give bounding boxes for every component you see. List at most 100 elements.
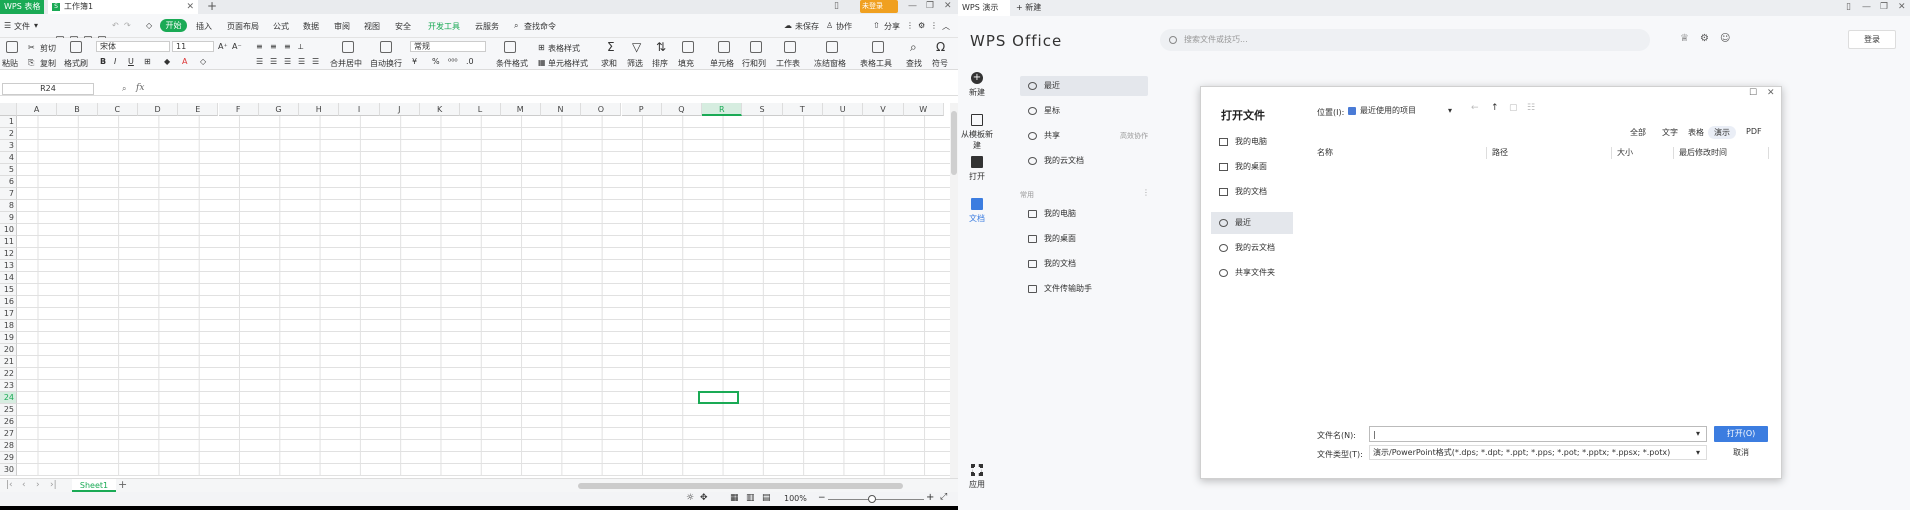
row-header[interactable]: 12	[0, 248, 17, 260]
align-center-icon[interactable]: ☰	[270, 57, 277, 66]
symbol-button[interactable]: 符号	[932, 58, 948, 69]
row-header[interactable]: 8	[0, 200, 17, 212]
row-header[interactable]: 26	[0, 416, 17, 428]
wpp-app-tab[interactable]: WPS 演示	[958, 0, 1010, 16]
copy-button[interactable]: 复制	[40, 58, 56, 69]
fx-icon[interactable]: fx	[136, 83, 144, 93]
chevron-down-icon[interactable]: ▾	[1696, 427, 1700, 441]
subnav-shared[interactable]: 共享 高效协作	[1020, 126, 1148, 146]
share-button[interactable]: 分享	[884, 21, 900, 32]
col-name[interactable]: 名称	[1317, 147, 1333, 158]
row-col-button[interactable]: 行和列	[742, 58, 766, 69]
add-sheet-icon[interactable]: +	[118, 478, 127, 491]
row-header[interactable]: 9	[0, 212, 17, 224]
close-icon[interactable]: ✕	[1767, 88, 1775, 98]
underline-icon[interactable]: U	[128, 57, 134, 66]
wrap-icon[interactable]	[380, 41, 392, 53]
col-size[interactable]: 大小	[1617, 147, 1633, 158]
tab-cloud[interactable]: 云服务	[475, 21, 499, 32]
col-divider[interactable]	[1611, 147, 1612, 159]
row-header[interactable]: 7	[0, 188, 17, 200]
feedback-icon[interactable]: ☺	[1720, 33, 1730, 44]
filter-spreadsheet[interactable]: 表格	[1688, 127, 1704, 138]
paste-button[interactable]: 粘贴	[2, 58, 18, 69]
conditional-format-button[interactable]: 条件格式	[496, 58, 528, 69]
row-header[interactable]: 6	[0, 176, 17, 188]
login-button[interactable]: 登录	[1848, 30, 1896, 49]
distribute-icon[interactable]: ☰	[312, 57, 319, 66]
table-tools-button[interactable]: 表格工具	[860, 58, 892, 69]
unsaved-status[interactable]: 未保存	[795, 21, 819, 32]
column-header[interactable]: S	[742, 103, 783, 116]
column-header[interactable]: Q	[661, 103, 703, 116]
fill-icon[interactable]	[682, 41, 694, 53]
subnav-desktop[interactable]: 我的桌面	[1020, 229, 1148, 249]
view-mode-icon[interactable]: ✥	[700, 493, 708, 503]
tab-data[interactable]: 数据	[303, 21, 319, 32]
view-options-icon[interactable]: ☷	[1527, 103, 1535, 113]
dlg-nav-desktop[interactable]: 我的桌面	[1211, 156, 1293, 178]
filename-input[interactable]: | ▾	[1369, 426, 1707, 442]
close-window-icon[interactable]: ✕	[944, 1, 952, 11]
format-painter-button[interactable]: 格式刷	[64, 58, 88, 69]
chevron-down-icon[interactable]: ▾	[34, 21, 38, 30]
row-header[interactable]: 3	[0, 140, 17, 152]
border-icon[interactable]: ⊞	[144, 57, 151, 66]
justify-icon[interactable]: ☰	[298, 57, 305, 66]
row-header[interactable]: 20	[0, 344, 17, 356]
horizontal-scroll-thumb[interactable]	[578, 483, 903, 489]
paste-icon[interactable]	[6, 41, 18, 53]
column-header[interactable]: G	[258, 103, 300, 116]
conditional-format-icon[interactable]	[504, 41, 516, 53]
restore-icon[interactable]: ❐	[1880, 2, 1888, 12]
new-folder-icon[interactable]: ▢	[1509, 103, 1518, 113]
selected-cell[interactable]	[698, 391, 739, 404]
dlg-nav-shared-folder[interactable]: 共享文件夹	[1211, 262, 1293, 284]
fill-button[interactable]: 填充	[678, 58, 694, 69]
nav-open[interactable]: 打开	[958, 156, 996, 182]
row-header[interactable]: 18	[0, 320, 17, 332]
close-window-icon[interactable]: ✕	[1898, 2, 1906, 12]
subnav-transfer[interactable]: 文件传输助手	[1020, 279, 1148, 299]
align-middle-icon[interactable]: ≡	[270, 42, 277, 51]
merge-icon[interactable]	[342, 41, 354, 53]
col-modified[interactable]: 最后修改时间	[1679, 147, 1727, 158]
worksheet-icon[interactable]	[784, 41, 796, 53]
row-header[interactable]: 16	[0, 296, 17, 308]
vertical-scrollbar[interactable]	[950, 103, 958, 478]
find-button[interactable]: 查找	[906, 58, 922, 69]
percent-icon[interactable]: %	[432, 57, 440, 66]
zoom-in-icon[interactable]: +	[926, 492, 934, 503]
filetype-select[interactable]: 演示/PowerPoint格式(*.dps; *.dpt; *.ppt; *.p…	[1369, 445, 1707, 460]
column-header[interactable]: P	[621, 103, 662, 116]
column-header[interactable]: H	[299, 103, 340, 116]
spreadsheet-grid[interactable]: ABCDEFGHIJKLMNOPQRSTUVW 1 2 3 4 5 6 7 8 9 10 11 12 1…	[0, 103, 950, 476]
filter-icon[interactable]: ▽	[632, 40, 641, 54]
row-header[interactable]: 15	[0, 284, 17, 296]
cell-area[interactable]	[17, 116, 950, 476]
skin-icon[interactable]: ♕	[1680, 33, 1689, 44]
search-input[interactable]: 搜索文件或技巧...	[1160, 29, 1650, 51]
sort-button[interactable]: 排序	[652, 58, 668, 69]
zoom-slider-knob[interactable]	[868, 495, 876, 503]
tab-start[interactable]: 开始	[160, 19, 187, 32]
align-top-icon[interactable]: ≡	[256, 42, 263, 51]
page-break-view-icon[interactable]: ▤	[762, 493, 771, 503]
collaborate-button[interactable]: 协作	[836, 21, 852, 32]
normal-view-icon[interactable]: ▦	[730, 493, 739, 503]
column-header[interactable]: I	[339, 103, 380, 116]
row-header[interactable]: 11	[0, 236, 17, 248]
row-header[interactable]: 4	[0, 152, 17, 164]
maximize-icon[interactable]: ☐	[1749, 88, 1757, 98]
column-header[interactable]: B	[57, 103, 98, 116]
nav-from-template[interactable]: 从模板新建	[958, 114, 996, 151]
row-header[interactable]: 17	[0, 308, 17, 320]
close-icon[interactable]: ✕	[186, 0, 194, 14]
row-header[interactable]: 10	[0, 224, 17, 236]
search-command[interactable]: 查找命令	[524, 21, 556, 32]
cut-button[interactable]: 剪切	[40, 43, 56, 54]
zoom-formula-icon[interactable]: ⌕	[122, 84, 126, 94]
font-name-select[interactable]: 宋体	[96, 41, 170, 52]
zoom-level[interactable]: 100%	[784, 494, 807, 503]
sort-icon[interactable]: ⇅	[656, 40, 666, 54]
